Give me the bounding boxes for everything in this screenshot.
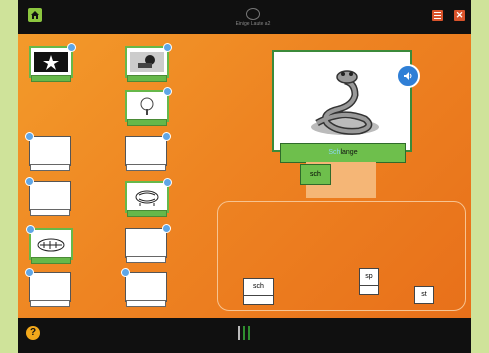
answer-tile[interactable]: sp: [359, 268, 379, 295]
home-icon: [31, 11, 39, 19]
tile-label: sch: [253, 283, 264, 290]
snake-picture: [274, 52, 410, 150]
card-label-strip: [30, 209, 70, 216]
empty-card[interactable]: [25, 177, 71, 216]
empty-card[interactable]: [125, 132, 171, 171]
help-button[interactable]: ?: [26, 326, 40, 340]
word-prefix: Sch: [328, 149, 341, 156]
picture-card[interactable]: [125, 43, 172, 82]
card-badge: [162, 132, 171, 141]
card-picture: [127, 183, 167, 211]
card-badge: [25, 132, 34, 141]
card-badge: [25, 177, 34, 186]
card-picture: [31, 48, 71, 76]
app-title-area: Einige Laute a2: [223, 8, 283, 27]
card-badge: [163, 43, 172, 52]
exercise-stage: Schlange sch sch sp st: [18, 34, 471, 318]
speaker-button[interactable]: [396, 64, 420, 88]
answer-tile[interactable]: st: [414, 286, 434, 304]
tile-label: st: [421, 291, 427, 298]
card-label-strip: [126, 164, 166, 171]
tile-underline: [243, 295, 274, 305]
tile-underline: [359, 285, 379, 295]
word-bar: Schlange: [280, 143, 406, 163]
menu-icon: [432, 12, 443, 19]
card-picture: [127, 48, 167, 76]
app-frame: Einige Laute a2 ✕ Schlange sch sch sp st…: [0, 0, 489, 353]
card-label-strip: [127, 210, 167, 217]
card-label-strip: [127, 75, 167, 82]
progress-bar-segment: [238, 326, 240, 340]
picture-card[interactable]: [26, 225, 73, 264]
logo-icon: [246, 8, 260, 20]
card-label-strip: [126, 300, 166, 307]
card-badge: [163, 178, 172, 187]
speaker-icon: [404, 72, 412, 80]
menu-button[interactable]: [432, 10, 443, 21]
card-label-strip: [126, 256, 166, 263]
home-button[interactable]: [28, 8, 42, 22]
card-badge: [25, 268, 34, 277]
tile-label: sp: [365, 273, 373, 280]
app-title: Einige Laute a2: [235, 21, 271, 27]
word-rest: lange: [340, 149, 358, 156]
progress-bar-segment: [248, 326, 250, 340]
close-button[interactable]: ✕: [454, 10, 465, 21]
card-badge: [162, 224, 171, 233]
card-badge: [121, 268, 130, 277]
word-picture-card: [272, 50, 420, 152]
empty-card[interactable]: [125, 224, 171, 263]
card-label-strip: [30, 164, 70, 171]
close-icon: ✕: [455, 10, 464, 20]
card-label-strip: [31, 257, 71, 264]
card-label-strip: [31, 75, 71, 82]
progress-bar-segment: [243, 326, 245, 340]
answer-slot[interactable]: sch: [300, 164, 331, 185]
picture-card[interactable]: [29, 43, 76, 82]
empty-card[interactable]: [25, 268, 71, 307]
help-icon: ?: [29, 327, 37, 338]
card-badge: [26, 225, 35, 234]
card-picture: [127, 92, 167, 120]
picture-card[interactable]: [125, 178, 172, 217]
bottom-bar: ?: [18, 318, 471, 353]
picture-card[interactable]: [125, 87, 172, 126]
progress-indicator: [238, 326, 250, 340]
card-badge: [163, 87, 172, 96]
card-label-strip: [127, 119, 167, 126]
empty-card[interactable]: [25, 132, 71, 171]
top-bar: Einige Laute a2 ✕: [18, 0, 471, 34]
card-picture: [31, 230, 71, 258]
card-badge: [67, 43, 76, 52]
card-label-strip: [30, 300, 70, 307]
answer-tile[interactable]: sch: [243, 278, 274, 305]
empty-card[interactable]: [121, 268, 167, 307]
